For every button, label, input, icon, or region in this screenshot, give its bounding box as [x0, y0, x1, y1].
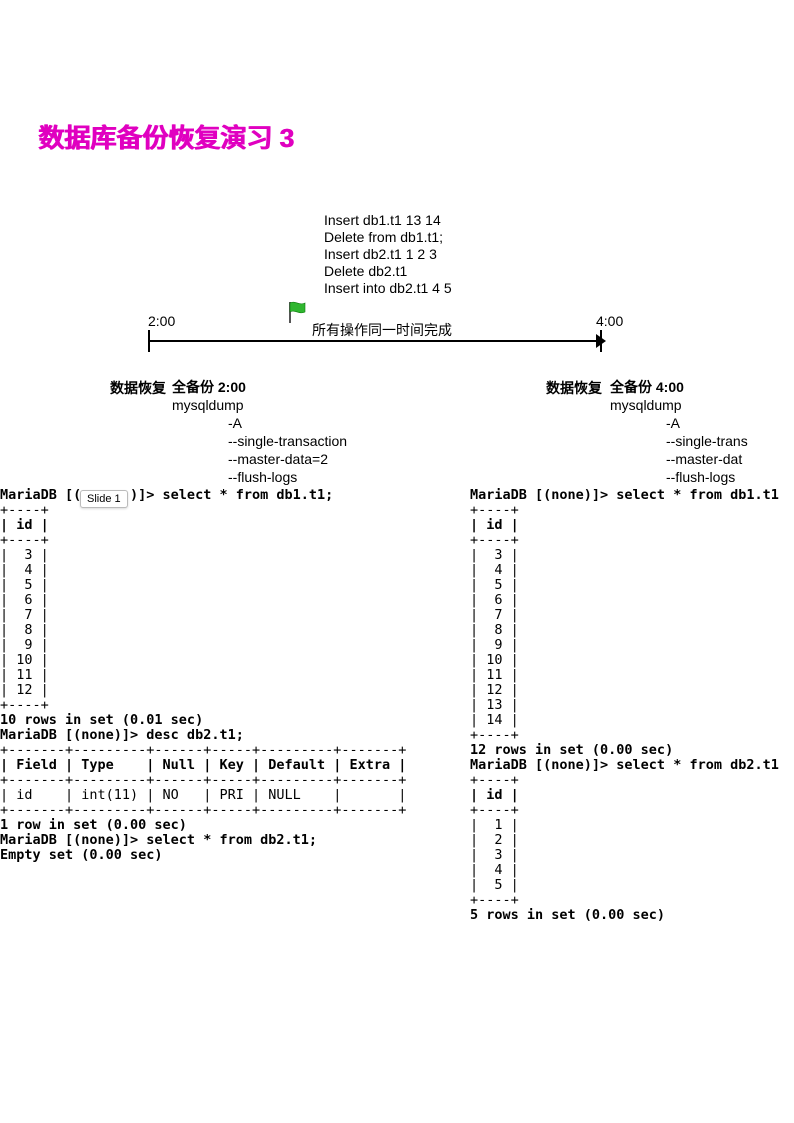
- tbl-row: | 14 |: [470, 712, 519, 728]
- sql-query: MariaDB [(none)]> select * from db2.t1: [470, 757, 779, 773]
- terminal-left: MariaDB [( )]> select * from db1.t1; +--…: [0, 488, 470, 863]
- tbl-row: | 4 |: [470, 562, 519, 578]
- tbl-hdr: | id |: [470, 517, 519, 533]
- tbl-row: | 3 |: [470, 547, 519, 563]
- tbl-sep: +-------+---------+------+-----+--------…: [0, 742, 406, 758]
- tbl-row: | 10 |: [0, 652, 49, 668]
- tbl-row: | 12 |: [470, 682, 519, 698]
- op-line: Delete db2.t1: [324, 263, 452, 280]
- op-line: Delete from db1.t1;: [324, 229, 452, 246]
- backup-title: 全备份 2:00: [172, 378, 347, 396]
- tbl-sep: +----+: [0, 502, 49, 518]
- backup-cmd: mysqldump: [610, 396, 748, 414]
- tbl-sep: +-------+---------+------+-----+--------…: [0, 802, 406, 818]
- timeline-end-tick: [600, 330, 602, 352]
- backup-block-left: 全备份 2:00 mysqldump -A --single-transacti…: [172, 378, 347, 486]
- result-status: 10 rows in set (0.01 sec): [0, 712, 203, 728]
- timeline-diagram: Insert db1.t1 13 14 Delete from db1.t1; …: [0, 200, 794, 490]
- op-line: Insert db1.t1 13 14: [324, 212, 452, 229]
- tbl-row: | 5 |: [470, 877, 519, 893]
- tbl-sep: +----+: [0, 697, 49, 713]
- flag-caption: 所有操作同一时间完成: [312, 320, 452, 340]
- tbl-row: | 6 |: [470, 592, 519, 608]
- result-status: 1 row in set (0.00 sec): [0, 817, 187, 833]
- op-line: Insert db2.t1 1 2 3: [324, 246, 452, 263]
- tbl-sep: +----+: [470, 727, 519, 743]
- time-left: 2:00: [148, 313, 175, 329]
- tbl-row: | 3 |: [470, 847, 519, 863]
- flag-icon: [286, 300, 308, 330]
- tbl-row: | 11 |: [0, 667, 49, 683]
- backup-opt: --master-data=2: [228, 450, 347, 468]
- backup-opt: --single-transaction: [228, 432, 347, 450]
- result-status: Empty set (0.00 sec): [0, 847, 163, 863]
- tbl-row: | 6 |: [0, 592, 49, 608]
- tbl-row: | 1 |: [470, 817, 519, 833]
- tbl-row: | id | int(11) | NO | PRI | NULL | |: [0, 787, 406, 803]
- backup-cmd: mysqldump: [172, 396, 347, 414]
- tbl-sep: +----+: [470, 502, 519, 518]
- tbl-row: | 8 |: [470, 622, 519, 638]
- backup-opt: -A: [666, 414, 748, 432]
- backup-block-right: 全备份 4:00 mysqldump -A --single-trans --m…: [610, 378, 748, 486]
- tbl-row: | 3 |: [0, 547, 49, 563]
- tbl-row: | 8 |: [0, 622, 49, 638]
- backup-opt: -A: [228, 414, 347, 432]
- tbl-row: | 7 |: [470, 607, 519, 623]
- terminal-right: MariaDB [(none)]> select * from db1.t1 +…: [470, 488, 794, 923]
- tbl-row: | 4 |: [470, 862, 519, 878]
- tbl-row: | 12 |: [0, 682, 49, 698]
- tbl-row: | 13 |: [470, 697, 519, 713]
- tbl-hdr: | id |: [0, 517, 49, 533]
- result-status: 12 rows in set (0.00 sec): [470, 742, 673, 758]
- op-line: Insert into db2.t1 4 5: [324, 280, 452, 297]
- backup-opt: --master-dat: [666, 450, 748, 468]
- sql-query: MariaDB [(none)]> desc db2.t1;: [0, 727, 244, 743]
- recover-label-right: 数据恢复: [546, 378, 602, 398]
- tbl-hdr: | id |: [470, 787, 519, 803]
- tbl-row: | 4 |: [0, 562, 49, 578]
- tbl-row: | 7 |: [0, 607, 49, 623]
- tbl-sep: +----+: [470, 772, 519, 788]
- tbl-row: | 11 |: [470, 667, 519, 683]
- backup-opt: --flush-logs: [228, 468, 347, 486]
- backup-opt: --flush-logs: [666, 468, 748, 486]
- timeline-axis: [148, 340, 600, 342]
- result-status: 5 rows in set (0.00 sec): [470, 907, 665, 923]
- tbl-row: | 5 |: [470, 577, 519, 593]
- tbl-row: | 2 |: [470, 832, 519, 848]
- recover-label-left: 数据恢复: [110, 378, 166, 398]
- tbl-sep: +----+: [470, 892, 519, 908]
- sql-query: MariaDB [( )]> select * from db1.t1;: [0, 487, 333, 503]
- tbl-row: | 5 |: [0, 577, 49, 593]
- backup-title: 全备份 4:00: [610, 378, 748, 396]
- tbl-hdr: | Field | Type | Null | Key | Default | …: [0, 757, 406, 773]
- tbl-row: | 10 |: [470, 652, 519, 668]
- tbl-row: | 9 |: [470, 637, 519, 653]
- backup-opt: --single-trans: [666, 432, 748, 450]
- operations-block: Insert db1.t1 13 14 Delete from db1.t1; …: [324, 212, 452, 297]
- tbl-sep: +-------+---------+------+-----+--------…: [0, 772, 406, 788]
- tbl-row: | 9 |: [0, 637, 49, 653]
- tbl-sep: +----+: [470, 532, 519, 548]
- tbl-sep: +----+: [0, 532, 49, 548]
- sql-query: MariaDB [(none)]> select * from db1.t1: [470, 487, 779, 503]
- sql-query: MariaDB [(none)]> select * from db2.t1;: [0, 832, 317, 848]
- page-title: 数据库备份恢复演习 3: [38, 118, 294, 155]
- time-right: 4:00: [596, 313, 623, 329]
- tbl-sep: +----+: [470, 802, 519, 818]
